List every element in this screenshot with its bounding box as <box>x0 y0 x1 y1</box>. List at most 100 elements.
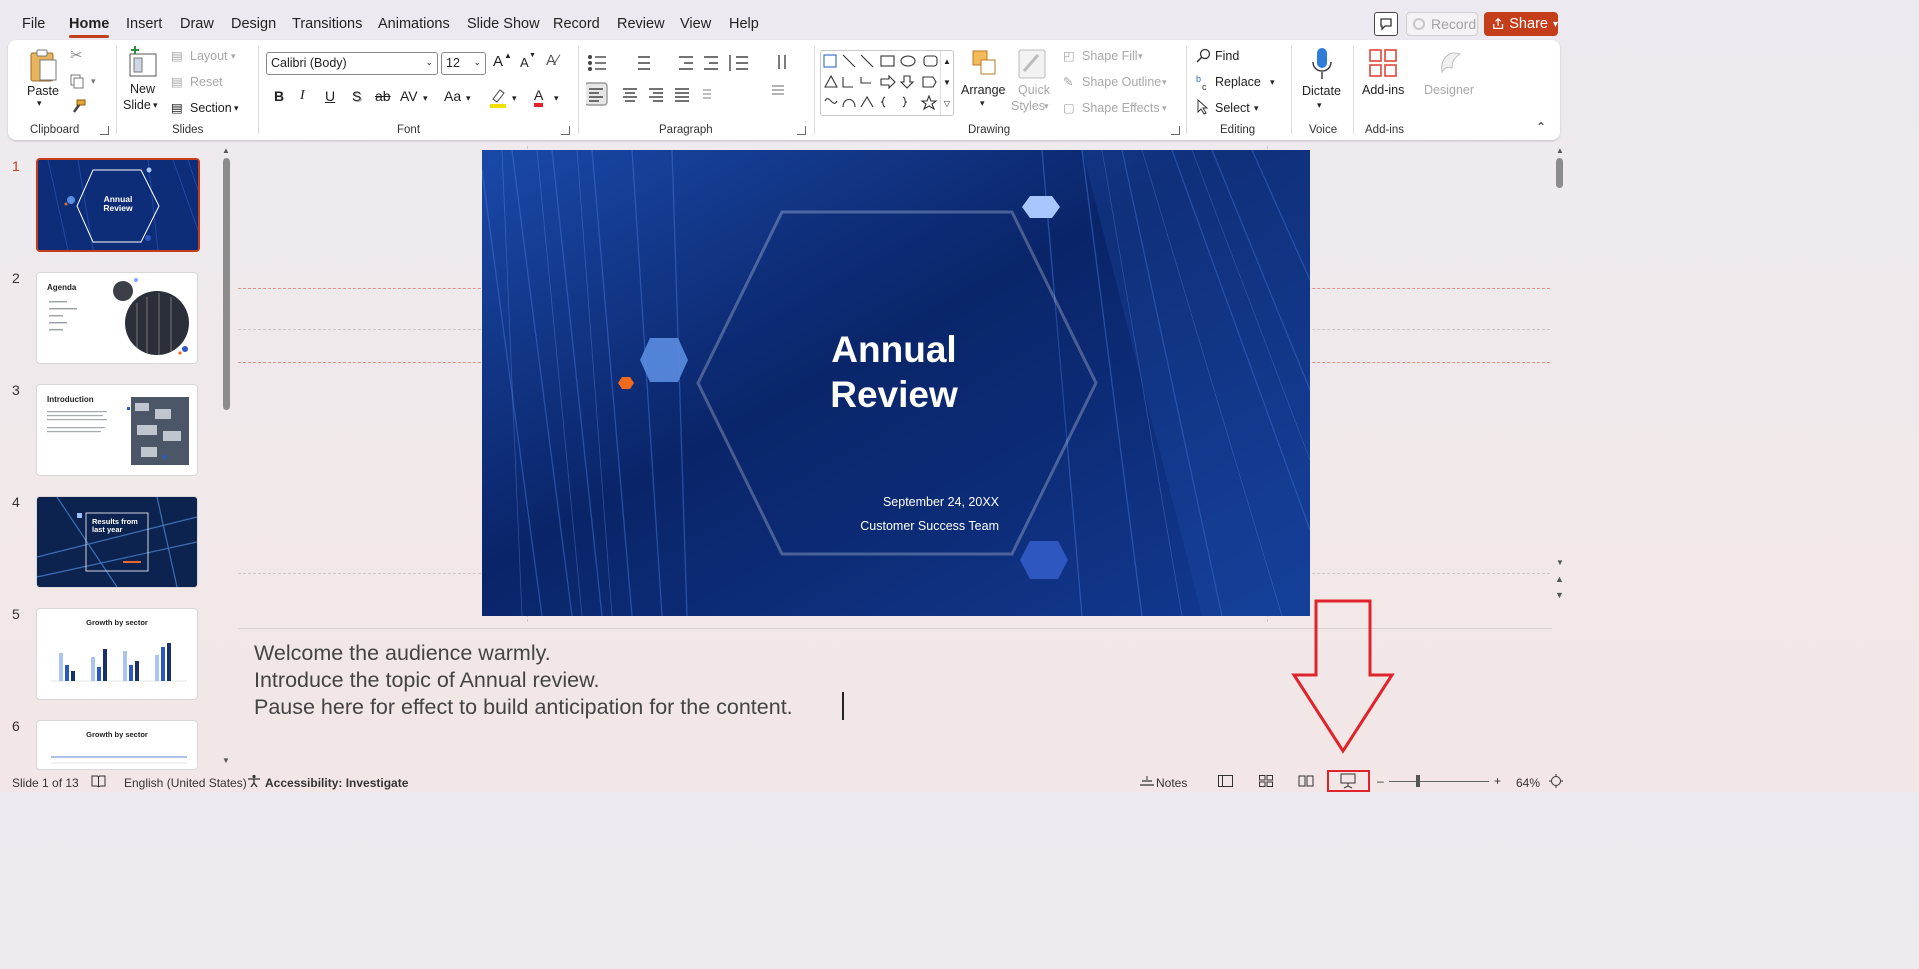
add-ins-button[interactable]: Add-ins <box>1362 83 1404 97</box>
slide-thumbnail-3[interactable]: Introduction <box>36 384 198 476</box>
slide-sorter-icon[interactable] <box>1259 775 1273 787</box>
zoom-level[interactable]: 64% <box>1516 776 1540 790</box>
font-family-select[interactable]: Calibri (Body) ⌄ <box>266 52 438 75</box>
quick-styles-button-line2[interactable]: Styles <box>1011 99 1045 113</box>
shrink-font-button[interactable]: A <box>520 55 529 70</box>
section-button[interactable]: Section <box>190 101 232 115</box>
gallery-scroll[interactable]: ▲ ▼ ▽ <box>940 51 953 115</box>
replace-button[interactable]: Replace <box>1215 75 1261 89</box>
record-button[interactable]: Record <box>1406 12 1478 36</box>
paste-icon[interactable] <box>28 48 58 84</box>
tab-transitions[interactable]: Transitions <box>292 16 362 32</box>
comments-button[interactable] <box>1374 12 1398 36</box>
chevron-down-icon[interactable]: ▾ <box>1162 77 1167 88</box>
tab-slide-show[interactable]: Slide Show <box>467 16 540 32</box>
tab-home[interactable]: Home <box>69 16 110 38</box>
chevron-down-icon[interactable]: ▾ <box>1254 103 1259 114</box>
slide-thumbnail-2[interactable]: Agenda <box>36 272 198 364</box>
cut-icon[interactable]: ✂ <box>70 46 83 64</box>
chevron-down-icon[interactable]: ▾ <box>153 100 158 111</box>
tab-insert[interactable]: Insert <box>126 16 162 32</box>
chevron-down-icon[interactable]: ▾ <box>512 93 517 104</box>
chevron-down-icon[interactable]: ▾ <box>1270 77 1275 88</box>
slide-thumbnail-6[interactable]: Growth by sector <box>36 720 198 770</box>
clipboard-launcher-icon[interactable] <box>100 126 109 135</box>
tab-help[interactable]: Help <box>729 16 759 32</box>
slide-subtitle[interactable]: Customer Success Team <box>812 514 999 538</box>
chevron-down-icon[interactable]: ▾ <box>1553 19 1558 30</box>
dictate-button[interactable]: Dictate <box>1302 84 1341 98</box>
underline-button[interactable]: U <box>325 88 335 104</box>
collapse-ribbon-icon[interactable]: ⌃ <box>1536 120 1546 134</box>
fit-to-window-icon[interactable] <box>1549 774 1563 788</box>
shapes-gallery[interactable]: ▲ ▼ ▽ <box>820 50 954 116</box>
tab-draw[interactable]: Draw <box>180 16 214 32</box>
strikethrough-button[interactable]: ab <box>375 88 391 104</box>
layout-button[interactable]: Layout <box>190 49 228 63</box>
slide-date[interactable]: September 24, 20XX <box>812 490 999 514</box>
change-case-button[interactable]: Aa <box>444 88 461 104</box>
scroll-thumb[interactable] <box>223 158 230 410</box>
paste-button[interactable]: Paste <box>27 84 59 98</box>
designer-button[interactable]: Designer <box>1424 83 1474 97</box>
chevron-down-icon[interactable]: ▾ <box>423 93 428 104</box>
tab-review[interactable]: Review <box>617 16 665 32</box>
designer-icon[interactable] <box>1436 48 1466 78</box>
bold-button[interactable]: B <box>274 88 284 104</box>
paragraph-launcher-icon[interactable] <box>797 126 806 135</box>
chevron-down-icon[interactable]: ▾ <box>466 93 471 104</box>
highlight-icon[interactable] <box>488 87 508 109</box>
slide-thumbnail-4[interactable]: Results from last year <box>36 496 198 588</box>
italic-button[interactable]: I <box>300 88 305 104</box>
grow-font-button[interactable]: A <box>493 53 503 70</box>
current-slide[interactable]: Annual Review September 24, 20XX Custome… <box>482 150 1310 616</box>
microphone-icon[interactable] <box>1310 46 1334 82</box>
tab-record[interactable]: Record <box>553 16 600 32</box>
chevron-down-icon[interactable]: ▾ <box>1044 101 1049 112</box>
text-shadow-button[interactable]: S <box>352 88 361 104</box>
thumbnails-scrollbar[interactable]: ▲ ▼ <box>220 146 234 770</box>
chevron-down-icon[interactable]: ▾ <box>231 51 236 62</box>
shape-effects-button[interactable]: Shape Effects <box>1082 101 1160 115</box>
spelling-check-icon[interactable] <box>91 775 106 788</box>
slide-thumbnail-5[interactable]: Growth by sector <box>36 608 198 700</box>
zoom-slider-handle[interactable] <box>1416 775 1420 787</box>
arrange-button[interactable]: Arrange <box>961 83 1005 97</box>
font-launcher-icon[interactable] <box>561 126 570 135</box>
notes-button[interactable]: Notes <box>1156 776 1187 790</box>
new-slide-button-line2[interactable]: Slide <box>123 98 151 112</box>
tab-view[interactable]: View <box>680 16 711 32</box>
scroll-thumb[interactable] <box>1556 158 1563 188</box>
language-indicator[interactable]: English (United States) <box>124 776 247 790</box>
copy-icon[interactable] <box>69 73 85 89</box>
select-button[interactable]: Select <box>1215 101 1250 115</box>
tab-animations[interactable]: Animations <box>378 16 450 32</box>
chevron-down-icon[interactable]: ▾ <box>1317 100 1322 111</box>
tab-file[interactable]: File <box>22 16 45 32</box>
reset-button[interactable]: Reset <box>190 75 223 89</box>
zoom-out-button[interactable]: – <box>1377 774 1384 788</box>
chevron-down-icon[interactable]: ▾ <box>1162 103 1167 114</box>
zoom-slider[interactable] <box>1389 781 1489 782</box>
slide-title[interactable]: Annual <box>782 327 1006 372</box>
new-slide-icon[interactable] <box>127 46 159 80</box>
normal-view-icon[interactable] <box>1218 775 1233 787</box>
shape-fill-button[interactable]: Shape Fill <box>1082 49 1138 63</box>
format-painter-icon[interactable] <box>69 98 87 116</box>
slide-thumbnail-1[interactable]: Annual Review <box>36 158 200 252</box>
new-slide-button[interactable]: New <box>130 82 155 96</box>
paragraph-tools-icon[interactable] <box>586 54 826 116</box>
chevron-down-icon[interactable]: ▾ <box>91 76 96 87</box>
character-spacing-button[interactable]: AV <box>400 88 418 104</box>
tab-design[interactable]: Design <box>231 16 276 32</box>
chevron-down-icon[interactable]: ▾ <box>1138 51 1143 62</box>
chevron-down-icon[interactable]: ▾ <box>234 103 239 114</box>
accessibility-button[interactable]: Accessibility: Investigate <box>265 776 408 790</box>
chevron-down-icon[interactable]: ▾ <box>980 98 985 109</box>
add-ins-icon[interactable] <box>1368 48 1398 78</box>
chevron-down-icon[interactable]: ▾ <box>554 93 559 104</box>
arrange-icon[interactable] <box>970 48 1000 80</box>
slide-title-line2[interactable]: Review <box>782 372 1006 417</box>
drawing-launcher-icon[interactable] <box>1171 126 1180 135</box>
font-size-select[interactable]: 12 ⌄ <box>441 52 486 75</box>
